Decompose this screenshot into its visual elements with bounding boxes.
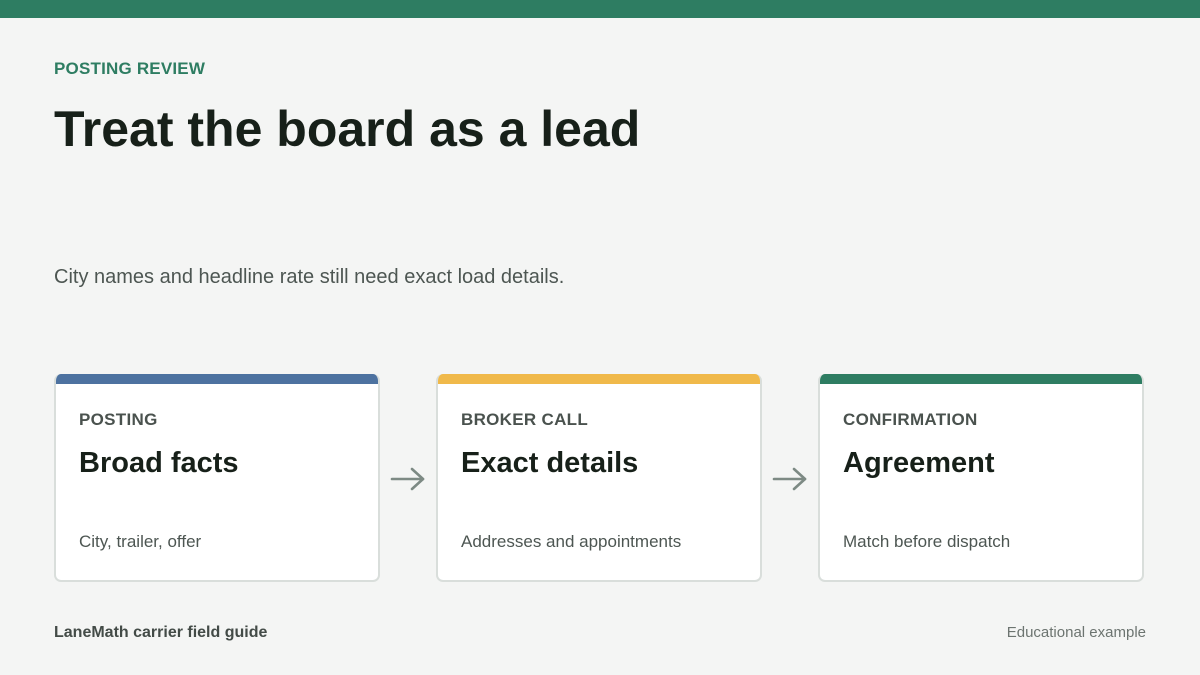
step-label: POSTING — [79, 410, 158, 429]
section-eyebrow: POSTING REVIEW — [54, 59, 206, 78]
page-subtitle: City names and headline rate still need … — [54, 266, 565, 288]
step-heading: Broad facts — [79, 447, 239, 479]
step-card-posting: POSTING Broad facts City, trailer, offer — [54, 374, 380, 582]
step-label: CONFIRMATION — [843, 410, 978, 429]
page-title: Treat the board as a lead — [54, 101, 641, 157]
step-card-broker-call: BROKER CALL Exact details Addresses and … — [436, 374, 762, 582]
step-note: Addresses and appointments — [461, 532, 682, 551]
top-accent-bar — [0, 0, 1200, 18]
step-card-confirmation: CONFIRMATION Agreement Match before disp… — [818, 374, 1144, 582]
footer-disclaimer: Educational example — [1006, 624, 1146, 641]
step-heading: Exact details — [461, 447, 639, 479]
card-accent-bar — [438, 374, 760, 384]
card-accent-bar — [56, 374, 378, 384]
arrow-right-icon — [772, 467, 807, 491]
step-note: Match before dispatch — [843, 532, 1011, 551]
arrow-right-icon — [390, 467, 425, 491]
card-accent-bar — [820, 374, 1142, 384]
step-note: City, trailer, offer — [79, 532, 202, 551]
step-heading: Agreement — [843, 447, 995, 479]
footer-brand: LaneMath carrier field guide — [54, 624, 268, 641]
step-label: BROKER CALL — [461, 410, 589, 429]
